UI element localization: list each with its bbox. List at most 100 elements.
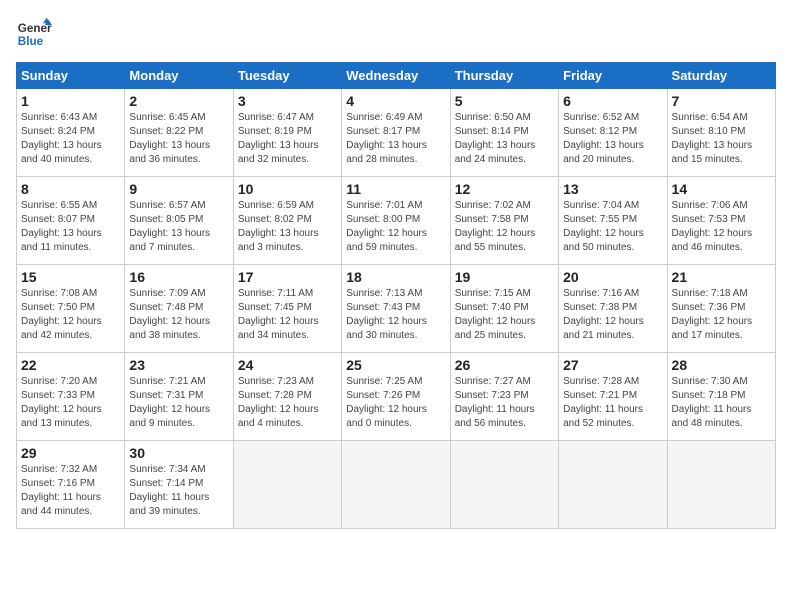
calendar-cell [233,441,341,529]
calendar-cell: 19 Sunrise: 7:15 AM Sunset: 7:40 PM Dayli… [450,265,558,353]
day-info: Sunrise: 7:18 AM Sunset: 7:36 PM Dayligh… [672,287,771,343]
day-info: Sunrise: 6:45 AM Sunset: 8:22 PM Dayligh… [129,111,228,167]
calendar-week-4: 22Sunrise: 7:20 AM Sunset: 7:33 PM Dayli… [17,353,776,441]
calendar-cell: 18 Sunrise: 7:13 AM Sunset: 7:43 PM Dayli… [342,265,450,353]
calendar-cell [559,441,667,529]
calendar-week-1: 1 Sunrise: 6:43 AM Sunset: 8:24 PM Daylig… [17,89,776,177]
calendar-cell: 2 Sunrise: 6:45 AM Sunset: 8:22 PM Daylig… [125,89,233,177]
calendar-cell: 9 Sunrise: 6:57 AM Sunset: 8:05 PM Daylig… [125,177,233,265]
day-number: 5 [455,93,554,109]
calendar-cell: 27 Sunrise: 7:28 AM Sunset: 7:21 PM Dayli… [559,353,667,441]
day-info: Sunrise: 7:27 AM Sunset: 7:23 PM Dayligh… [455,375,554,431]
logo: General Blue [16,16,56,52]
calendar-cell: 16 Sunrise: 7:09 AM Sunset: 7:48 PM Dayli… [125,265,233,353]
page-header: General Blue [16,16,776,52]
calendar-cell: 14 Sunrise: 7:06 AM Sunset: 7:53 PM Dayli… [667,177,775,265]
day-number: 22 [21,357,120,373]
calendar-cell: 11 Sunrise: 7:01 AM Sunset: 8:00 PM Dayli… [342,177,450,265]
weekday-header-wednesday: Wednesday [342,63,450,89]
calendar-week-2: 8 Sunrise: 6:55 AM Sunset: 8:07 PM Daylig… [17,177,776,265]
day-number: 27 [563,357,662,373]
day-number: 25 [346,357,445,373]
logo-icon: General Blue [16,16,52,52]
day-number: 24 [238,357,337,373]
calendar-cell: 23 Sunrise: 7:21 AM Sunset: 7:31 PM Dayli… [125,353,233,441]
calendar-cell: 24 Sunrise: 7:23 AM Sunset: 7:28 PM Dayli… [233,353,341,441]
day-info: Sunrise: 6:55 AM Sunset: 8:07 PM Dayligh… [21,199,120,255]
day-number: 1 [21,93,120,109]
day-number: 8 [21,181,120,197]
day-number: 2 [129,93,228,109]
calendar-cell: 22Sunrise: 7:20 AM Sunset: 7:33 PM Dayli… [17,353,125,441]
day-number: 16 [129,269,228,285]
day-info: Sunrise: 7:21 AM Sunset: 7:31 PM Dayligh… [129,375,228,431]
day-info: Sunrise: 7:28 AM Sunset: 7:21 PM Dayligh… [563,375,662,431]
day-number: 28 [672,357,771,373]
day-info: Sunrise: 7:09 AM Sunset: 7:48 PM Dayligh… [129,287,228,343]
day-number: 7 [672,93,771,109]
day-info: Sunrise: 6:49 AM Sunset: 8:17 PM Dayligh… [346,111,445,167]
day-number: 9 [129,181,228,197]
weekday-header-sunday: Sunday [17,63,125,89]
calendar-cell: 20 Sunrise: 7:16 AM Sunset: 7:38 PM Dayli… [559,265,667,353]
day-info: Sunrise: 6:59 AM Sunset: 8:02 PM Dayligh… [238,199,337,255]
calendar-cell: 21 Sunrise: 7:18 AM Sunset: 7:36 PM Dayli… [667,265,775,353]
weekday-header-saturday: Saturday [667,63,775,89]
calendar-cell: 10Sunrise: 6:59 AM Sunset: 8:02 PM Dayli… [233,177,341,265]
calendar-cell: 5 Sunrise: 6:50 AM Sunset: 8:14 PM Daylig… [450,89,558,177]
calendar-cell [450,441,558,529]
calendar-cell [667,441,775,529]
day-info: Sunrise: 7:08 AM Sunset: 7:50 PM Dayligh… [21,287,120,343]
day-info: Sunrise: 7:13 AM Sunset: 7:43 PM Dayligh… [346,287,445,343]
day-number: 6 [563,93,662,109]
calendar-cell: 8 Sunrise: 6:55 AM Sunset: 8:07 PM Daylig… [17,177,125,265]
day-info: Sunrise: 6:57 AM Sunset: 8:05 PM Dayligh… [129,199,228,255]
day-number: 14 [672,181,771,197]
svg-text:Blue: Blue [18,35,44,48]
day-info: Sunrise: 7:02 AM Sunset: 7:58 PM Dayligh… [455,199,554,255]
day-number: 30 [129,445,228,461]
calendar-table: SundayMondayTuesdayWednesdayThursdayFrid… [16,62,776,529]
calendar-cell: 3 Sunrise: 6:47 AM Sunset: 8:19 PM Daylig… [233,89,341,177]
day-info: Sunrise: 7:32 AM Sunset: 7:16 PM Dayligh… [21,463,120,519]
day-number: 3 [238,93,337,109]
calendar-cell: 26Sunrise: 7:27 AM Sunset: 7:23 PM Dayli… [450,353,558,441]
day-info: Sunrise: 7:34 AM Sunset: 7:14 PM Dayligh… [129,463,228,519]
day-number: 18 [346,269,445,285]
day-number: 21 [672,269,771,285]
day-info: Sunrise: 6:43 AM Sunset: 8:24 PM Dayligh… [21,111,120,167]
calendar-cell: 30 Sunrise: 7:34 AM Sunset: 7:14 PM Dayli… [125,441,233,529]
calendar-week-3: 15 Sunrise: 7:08 AM Sunset: 7:50 PM Dayli… [17,265,776,353]
day-number: 17 [238,269,337,285]
day-info: Sunrise: 7:04 AM Sunset: 7:55 PM Dayligh… [563,199,662,255]
day-number: 23 [129,357,228,373]
calendar-cell: 1 Sunrise: 6:43 AM Sunset: 8:24 PM Daylig… [17,89,125,177]
day-number: 13 [563,181,662,197]
day-info: Sunrise: 7:11 AM Sunset: 7:45 PM Dayligh… [238,287,337,343]
weekday-header-friday: Friday [559,63,667,89]
calendar-cell: 6Sunrise: 6:52 AM Sunset: 8:12 PM Daylig… [559,89,667,177]
day-number: 15 [21,269,120,285]
day-number: 29 [21,445,120,461]
calendar-cell: 7Sunrise: 6:54 AM Sunset: 8:10 PM Daylig… [667,89,775,177]
calendar-cell: 12 Sunrise: 7:02 AM Sunset: 7:58 PM Dayli… [450,177,558,265]
day-info: Sunrise: 7:06 AM Sunset: 7:53 PM Dayligh… [672,199,771,255]
day-info: Sunrise: 6:50 AM Sunset: 8:14 PM Dayligh… [455,111,554,167]
day-number: 19 [455,269,554,285]
calendar-cell: 17 Sunrise: 7:11 AM Sunset: 7:45 PM Dayli… [233,265,341,353]
day-info: Sunrise: 7:23 AM Sunset: 7:28 PM Dayligh… [238,375,337,431]
day-info: Sunrise: 6:47 AM Sunset: 8:19 PM Dayligh… [238,111,337,167]
weekday-header-tuesday: Tuesday [233,63,341,89]
day-info: Sunrise: 7:15 AM Sunset: 7:40 PM Dayligh… [455,287,554,343]
day-number: 4 [346,93,445,109]
day-info: Sunrise: 7:01 AM Sunset: 8:00 PM Dayligh… [346,199,445,255]
calendar-cell [342,441,450,529]
calendar-cell: 25Sunrise: 7:25 AM Sunset: 7:26 PM Dayli… [342,353,450,441]
day-info: Sunrise: 7:16 AM Sunset: 7:38 PM Dayligh… [563,287,662,343]
calendar-cell: 4 Sunrise: 6:49 AM Sunset: 8:17 PM Daylig… [342,89,450,177]
weekday-header-thursday: Thursday [450,63,558,89]
calendar-cell: 29 Sunrise: 7:32 AM Sunset: 7:16 PM Dayli… [17,441,125,529]
day-number: 11 [346,181,445,197]
day-number: 20 [563,269,662,285]
day-number: 12 [455,181,554,197]
